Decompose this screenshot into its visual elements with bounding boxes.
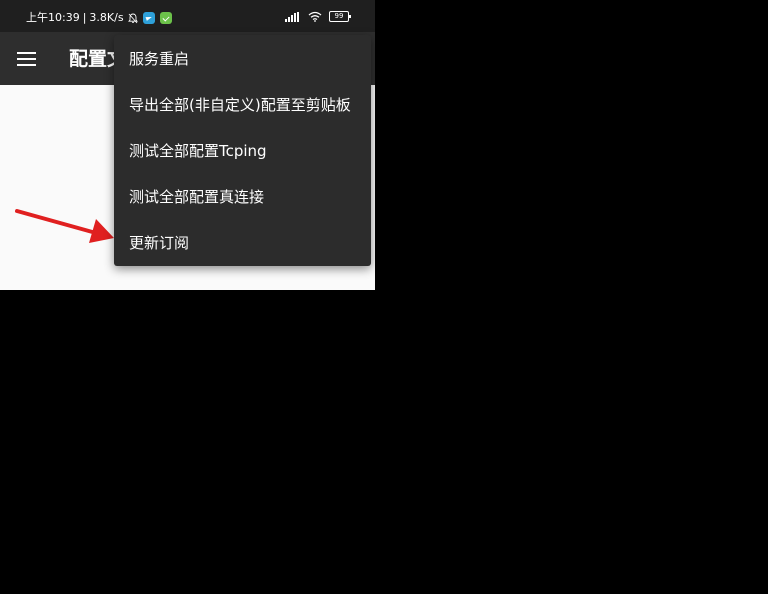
phone-screen: 上午10:39 | 3.8K/s 99 配置文 服务重启 导出全部(非自定义)配… <box>0 0 375 290</box>
status-right: 99 <box>285 11 351 22</box>
overflow-menu: 服务重启 导出全部(非自定义)配置至剪贴板 测试全部配置Tcping 测试全部配… <box>114 35 371 266</box>
signal-icon <box>285 11 300 22</box>
telegram-icon <box>142 12 155 24</box>
status-network-speed: 3.8K/s <box>89 11 124 24</box>
status-time: 上午10:39 <box>26 11 80 24</box>
menu-item-test-tcping[interactable]: 测试全部配置Tcping <box>114 128 371 174</box>
hamburger-menu-icon[interactable] <box>17 52 36 66</box>
status-bar: 上午10:39 | 3.8K/s 99 <box>0 0 375 32</box>
menu-item-restart-service[interactable]: 服务重启 <box>114 36 371 82</box>
status-left: 上午10:39 | 3.8K/s <box>26 11 172 25</box>
download-app-icon <box>159 12 172 24</box>
menu-item-update-subscription[interactable]: 更新订阅 <box>114 220 371 266</box>
wifi-icon <box>308 11 322 22</box>
status-separator: | <box>82 11 87 24</box>
menu-item-export-to-clipboard[interactable]: 导出全部(非自定义)配置至剪贴板 <box>114 82 371 128</box>
battery-icon: 99 <box>329 11 351 22</box>
bell-off-icon <box>127 13 138 23</box>
menu-item-test-real-connection[interactable]: 测试全部配置真连接 <box>114 174 371 220</box>
